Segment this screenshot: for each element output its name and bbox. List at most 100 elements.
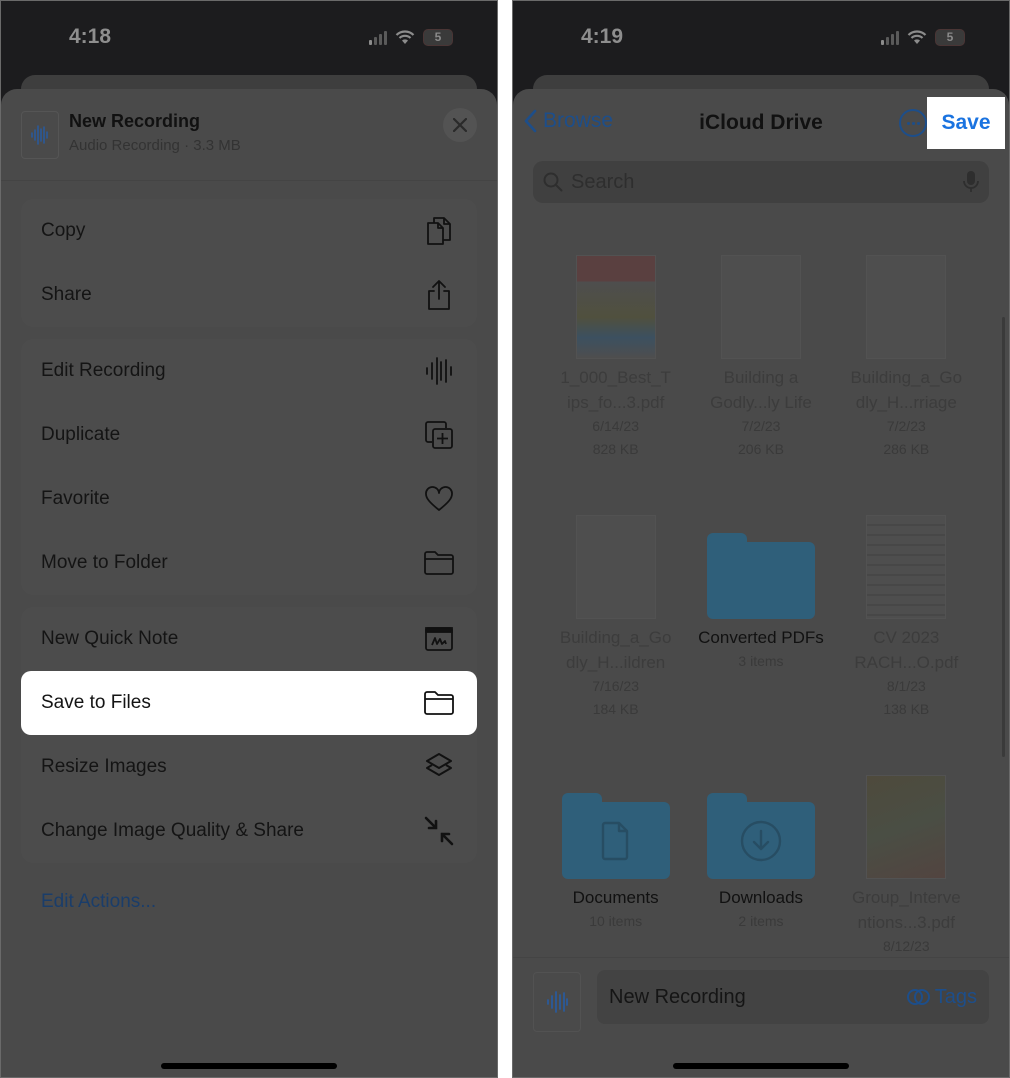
action-duplicate[interactable]: Duplicate (21, 403, 477, 467)
pdf-thumbnail (866, 515, 947, 619)
file-name: CV 2023 RACH...O.pdf (854, 628, 959, 672)
file-size: 828 KB (592, 441, 639, 457)
action-change-image-quality[interactable]: Change Image Quality & Share (21, 799, 477, 863)
action-favorite[interactable]: Favorite (21, 467, 477, 531)
action-label: Favorite (41, 488, 110, 509)
tags-button[interactable]: Tags (906, 985, 977, 1009)
close-button[interactable] (443, 108, 477, 142)
quick-note-icon (421, 621, 457, 657)
action-new-quick-note[interactable]: New Quick Note (21, 607, 477, 671)
folder-icon (421, 545, 457, 581)
save-button[interactable]: Save (927, 97, 1005, 149)
waveform-icon (547, 991, 568, 1013)
file-name: Building_a_Go dly_H...rriage (850, 368, 963, 412)
file-date: 7/2/23 (741, 418, 781, 434)
share-sheet: New Recording Audio Recording · 3.3 MB C… (1, 89, 497, 1077)
folder-name: Converted PDFs (698, 628, 824, 647)
status-bar: 4:19 5 (513, 1, 1009, 76)
action-resize-images[interactable]: Resize Images (21, 735, 477, 799)
duplicate-icon (421, 417, 457, 453)
documents-folder-icon (561, 793, 670, 879)
action-label: Edit Recording (41, 360, 166, 381)
search-icon (543, 172, 563, 192)
file-name: Building_a_Go dly_H...ildren (559, 628, 672, 672)
battery-indicator: 5 (935, 29, 965, 46)
file-item[interactable]: Building_a_Go dly_H...ildren 7/16/23 184… (543, 499, 688, 739)
file-item[interactable]: Building_a_Go dly_H...rriage 7/2/23 286 … (834, 239, 979, 479)
action-label: Change Image Quality & Share (41, 820, 304, 841)
wifi-icon (907, 30, 927, 44)
heart-icon (421, 481, 457, 517)
action-group-1: Copy Share (21, 199, 477, 327)
file-item[interactable]: Building a Godly...ly Life 7/2/23 206 KB (688, 239, 833, 479)
file-size: 206 KB (738, 441, 784, 457)
action-label: Share (41, 284, 92, 305)
files-sheet: Browse iCloud Drive Save 1_000_Best_T ip… (513, 89, 1009, 1077)
file-name: Group_Interve ntions...3.pdf (851, 888, 961, 932)
file-date: 7/16/23 (592, 678, 640, 694)
folder-item[interactable]: Converted PDFs 3 items (688, 499, 833, 739)
action-share[interactable]: Share (21, 263, 477, 327)
file-date: 6/14/23 (592, 418, 640, 434)
pdf-thumbnail (575, 515, 656, 619)
edit-actions-link[interactable]: Edit Actions... (41, 891, 156, 913)
status-bar: 4:18 5 (1, 1, 497, 76)
action-label: Save to Files (41, 692, 151, 713)
folder-count: 10 items (589, 913, 643, 929)
folder-icon (421, 685, 457, 721)
file-title: New Recording (69, 111, 201, 131)
filename-field: Tags (597, 970, 989, 1024)
file-name: 1_000_Best_T ips_fo...3.pdf (560, 368, 671, 412)
filename-input[interactable] (609, 985, 907, 1009)
file-date: 8/1/23 (886, 678, 926, 694)
folder-icon (706, 533, 815, 619)
action-label: Move to Folder (41, 552, 168, 573)
download-icon (740, 820, 782, 861)
copy-icon (421, 213, 457, 249)
action-move-to-folder[interactable]: Move to Folder (21, 531, 477, 595)
battery-indicator: 5 (423, 29, 453, 46)
file-size: 286 KB (883, 441, 930, 457)
scrollbar[interactable] (1002, 317, 1005, 757)
action-group-3: New Quick Note Save to Files Resize Imag… (21, 607, 477, 863)
action-label: Resize Images (41, 756, 167, 777)
file-size: 138 KB (883, 701, 930, 717)
folder-count: 3 items (738, 653, 784, 669)
search-input[interactable] (571, 170, 955, 194)
navigation-bar: Browse iCloud Drive Save (513, 89, 1009, 159)
share-icon (421, 277, 457, 313)
file-size: 184 KB (592, 701, 639, 717)
file-date: 8/12/23 (882, 938, 930, 954)
microphone-icon[interactable] (963, 170, 979, 194)
folder-name: Downloads (718, 888, 804, 907)
action-label: Duplicate (41, 424, 121, 445)
more-options-button[interactable] (899, 109, 927, 137)
folder-count: 2 items (738, 913, 784, 929)
action-save-to-files[interactable]: Save to Files (21, 671, 477, 735)
home-indicator (161, 1063, 337, 1069)
action-copy[interactable]: Copy (21, 199, 477, 263)
recording-thumbnail (21, 111, 59, 159)
wifi-icon (395, 30, 415, 44)
close-icon (453, 118, 467, 132)
tags-label: Tags (934, 985, 977, 1008)
compress-arrows-icon (421, 813, 457, 849)
pdf-thumbnail (720, 255, 801, 359)
action-edit-recording[interactable]: Edit Recording (21, 339, 477, 403)
pdf-thumbnail (866, 255, 947, 359)
waveform-icon (31, 125, 48, 145)
action-group-2: Edit Recording Duplicate Favorite Move t… (21, 339, 477, 595)
save-bottom-bar: Tags (513, 957, 1009, 1077)
file-grid: 1_000_Best_T ips_fo...3.pdf 6/14/23 828 … (543, 239, 979, 999)
files-picker-screen: 4:19 5 Browse iCloud Drive Save 1 (512, 0, 1010, 1078)
file-item[interactable]: 1_000_Best_T ips_fo...3.pdf 6/14/23 828 … (543, 239, 688, 479)
document-icon (601, 821, 628, 860)
pdf-thumbnail (866, 775, 947, 879)
recording-thumbnail (533, 972, 581, 1032)
action-label: Copy (41, 220, 86, 241)
sheet-header: New Recording Audio Recording · 3.3 MB (1, 89, 497, 181)
downloads-folder-icon (706, 793, 815, 879)
file-item[interactable]: CV 2023 RACH...O.pdf 8/1/23 138 KB (834, 499, 979, 739)
action-label: New Quick Note (41, 628, 179, 649)
file-date: 7/2/23 (886, 418, 926, 434)
